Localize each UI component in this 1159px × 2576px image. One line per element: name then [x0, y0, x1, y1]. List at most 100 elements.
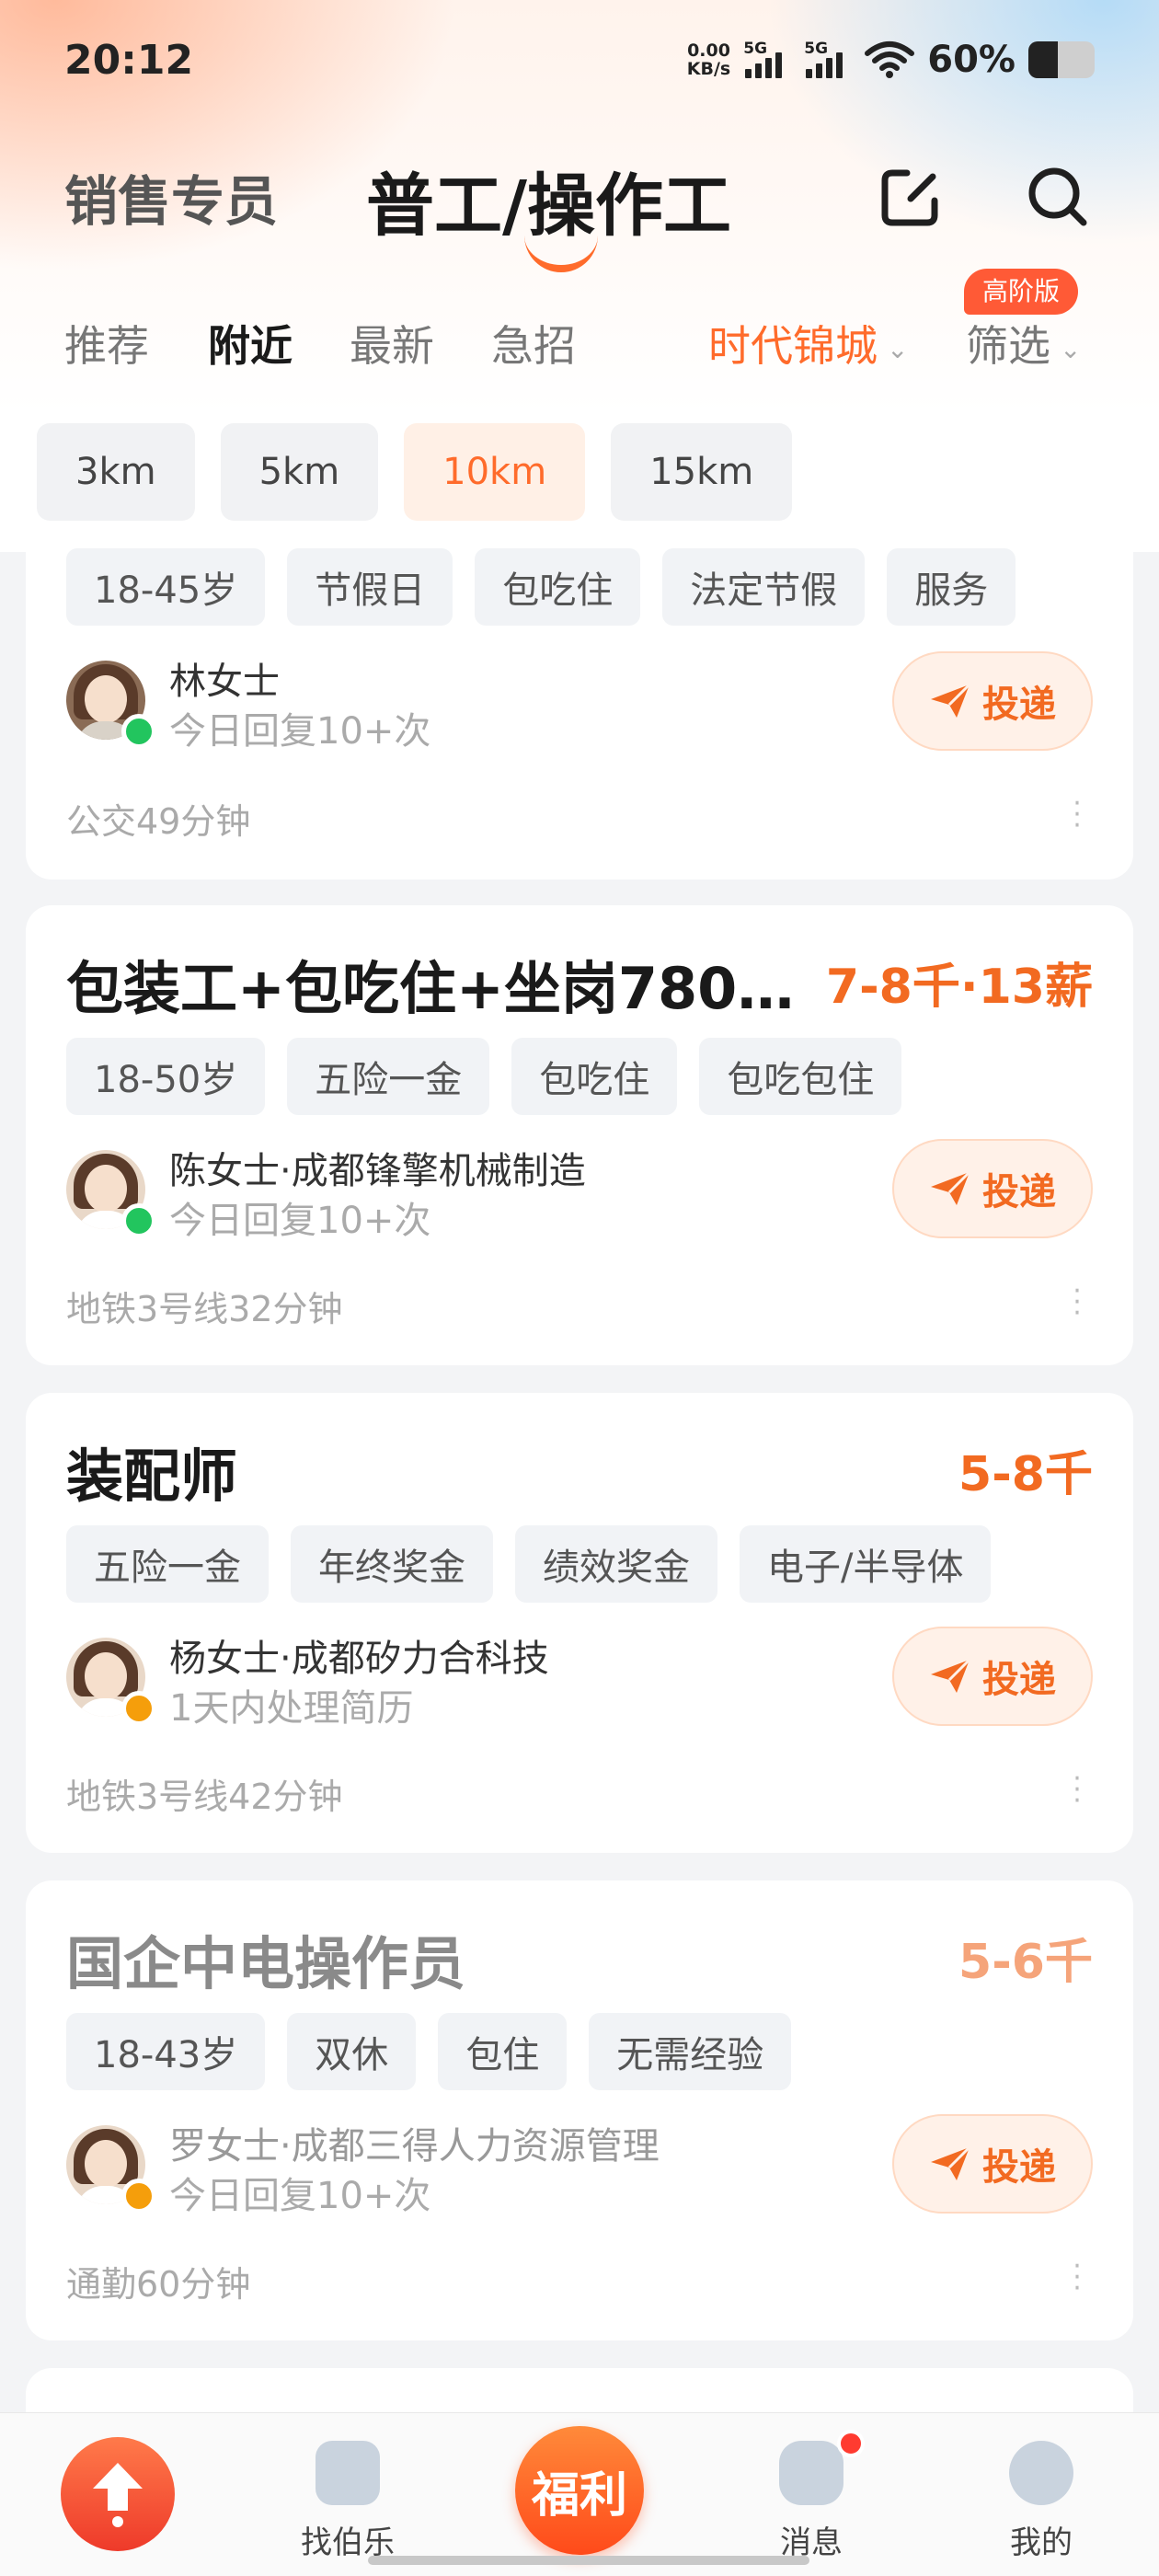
recruiter-status: 1天内处理简历	[169, 1687, 414, 1730]
apply-button[interactable]: 投递	[892, 1139, 1093, 1238]
online-status-icon	[121, 714, 156, 749]
job-tag: 服务	[887, 548, 1016, 626]
job-card[interactable]: 国企中电操作员 5-6千 18-43岁 双休 包住 无需经验 罗女士·成都三得人…	[26, 1880, 1133, 2340]
job-tag: 无需经验	[589, 2013, 792, 2090]
job-tag: 包吃住	[511, 1038, 678, 1115]
apply-label: 投递	[982, 2146, 1056, 2189]
more-options-icon[interactable]: · · ·	[1073, 1765, 1082, 1815]
job-tag: 18-50岁	[66, 1038, 266, 1115]
recruiter-info: 林女士 今日回复10+次	[66, 651, 710, 753]
paper-plane-icon	[931, 1170, 971, 1205]
feed-tabs: 推荐 附近 最新 急招 时代锦城 ⌄ 筛选 ⌄	[0, 304, 1159, 386]
more-options-icon[interactable]: · · ·	[1073, 2253, 1082, 2303]
status-icons: 0.00 KB/s 5G 5G 60%	[687, 39, 1095, 81]
job-tag: 包吃住	[475, 548, 641, 626]
away-status-icon	[121, 2179, 156, 2214]
distance-filter: 3km 5km 10km 15km	[37, 423, 793, 524]
job-tag: 包吃包住	[699, 1038, 902, 1115]
tab-find-boss[interactable]: 找伯乐	[265, 2413, 430, 2576]
job-tag: 电子/半导体	[740, 1525, 992, 1603]
tab-label: 我的	[1010, 2524, 1073, 2561]
job-card[interactable]: 包装工+包吃住+坐岗780… 7-8千·13薪 18-50岁 五险一金 包吃住 …	[26, 905, 1133, 1365]
job-tag: 五险一金	[66, 1525, 269, 1603]
apply-button[interactable]: 投递	[892, 2114, 1093, 2214]
job-tags: 18-50岁 五险一金 包吃住 包吃包住	[66, 1038, 902, 1115]
apply-label: 投递	[982, 1659, 1056, 1701]
unread-badge	[837, 2430, 865, 2457]
recruiter-name: 杨女士·成都矽力合科技	[169, 1638, 549, 1680]
apply-button[interactable]: 投递	[892, 651, 1093, 751]
apply-label: 投递	[982, 684, 1056, 726]
home-button[interactable]	[61, 2437, 175, 2551]
welfare-button[interactable]: 福利	[515, 2426, 644, 2555]
job-tag: 包住	[438, 2013, 568, 2090]
job-tags: 18-43岁 双休 包住 无需经验	[66, 2013, 792, 2090]
job-tags: 五险一金 年终奖金 绩效奖金 电子/半导体	[66, 1525, 992, 1603]
search-icon[interactable]	[1021, 160, 1095, 234]
apply-button[interactable]: 投递	[892, 1627, 1093, 1726]
job-card[interactable]	[26, 2368, 1133, 2412]
job-list: 18-45岁 节假日 包吃住 法定节假 服务 林女士 今日回复10+次 投递 公…	[0, 545, 1159, 2412]
commute-time: 地铁3号线42分钟	[66, 1777, 343, 1817]
welfare-label: 福利	[531, 2467, 627, 2524]
home-indicator[interactable]	[368, 2556, 809, 2565]
job-tag: 绩效奖金	[515, 1525, 717, 1603]
recruiter-status: 今日回复10+次	[169, 1200, 431, 1242]
job-card[interactable]: 18-45岁 节假日 包吃住 法定节假 服务 林女士 今日回复10+次 投递 公…	[26, 545, 1133, 880]
paper-plane-icon	[931, 2145, 971, 2180]
location-selector[interactable]: 时代锦城 ⌄	[708, 313, 908, 374]
more-options-icon[interactable]: · · ·	[1073, 790, 1082, 840]
recruiter-status: 今日回复10+次	[169, 2175, 431, 2217]
job-intent-sales[interactable]: 销售专员	[64, 158, 278, 236]
wifi-icon	[865, 41, 915, 78]
chevron-down-icon: ⌄	[1060, 334, 1082, 364]
job-salary: 5-6千	[958, 1935, 1093, 1990]
battery-percent: 60%	[927, 39, 1016, 81]
network-speed: 0.00 KB/s	[686, 40, 731, 79]
more-options-icon[interactable]: · · ·	[1073, 1278, 1082, 1328]
recruiter-name: 陈女士·成都锋擎机械制造	[169, 1150, 586, 1192]
job-intent-worker[interactable]: 普工/操作工	[366, 151, 731, 249]
edit-icon[interactable]	[874, 160, 947, 234]
job-tag: 法定节假	[662, 548, 866, 626]
commute-time: 地铁3号线32分钟	[66, 1289, 343, 1329]
job-salary: 5-8千	[958, 1447, 1093, 1502]
recruiter-name: 罗女士·成都三得人力资源管理	[169, 2125, 660, 2168]
job-tag: 18-45岁	[66, 548, 266, 626]
tab-urgent[interactable]: 急招	[491, 313, 576, 374]
tab-messages[interactable]: 消息	[729, 2413, 894, 2576]
recruiter-info: 罗女士·成都三得人力资源管理 今日回复10+次	[66, 2116, 710, 2217]
distance-chip-5km[interactable]: 5km	[220, 423, 379, 521]
job-tag: 节假日	[287, 548, 453, 626]
briefcase-icon	[316, 2441, 380, 2505]
distance-chip-3km[interactable]: 3km	[37, 423, 195, 521]
chat-icon	[779, 2441, 843, 2505]
status-bar: 20:12 0.00 KB/s 5G 5G 60%	[0, 0, 1159, 120]
job-tags: 18-45岁 节假日 包吃住 法定节假 服务	[66, 548, 1016, 626]
tab-recommend[interactable]: 推荐	[64, 313, 149, 374]
apply-label: 投递	[982, 1171, 1056, 1213]
recruiter-name: 林女士	[169, 661, 280, 703]
tab-latest[interactable]: 最新	[350, 313, 434, 374]
job-title: 包装工+包吃住+坐岗780…	[66, 955, 795, 1022]
tab-profile[interactable]: 我的	[958, 2413, 1124, 2576]
paper-plane-icon	[931, 683, 971, 718]
distance-chip-10km[interactable]: 10km	[404, 423, 586, 521]
filter-button[interactable]: 筛选 ⌄	[966, 313, 1081, 374]
job-tag: 年终奖金	[291, 1525, 493, 1603]
distance-chip-15km[interactable]: 15km	[611, 423, 793, 521]
job-intent-tabs: 销售专员 普工/操作工	[0, 147, 1159, 272]
battery-icon	[1028, 41, 1095, 78]
online-status-icon	[121, 1203, 156, 1238]
job-title: 国企中电操作员	[66, 1930, 466, 1997]
job-tag: 双休	[287, 2013, 417, 2090]
job-title: 装配师	[66, 1443, 238, 1510]
profile-icon	[1009, 2441, 1073, 2505]
tab-nearby[interactable]: 附近	[208, 313, 293, 374]
arrow-up-icon	[93, 2463, 143, 2527]
job-tag: 18-43岁	[66, 2013, 266, 2090]
filter-label: 筛选	[966, 321, 1050, 371]
bottom-tab-bar: 找伯乐 福利 消息 我的	[0, 2412, 1159, 2576]
paper-plane-icon	[931, 1658, 971, 1693]
job-card[interactable]: 装配师 5-8千 五险一金 年终奖金 绩效奖金 电子/半导体 杨女士·成都矽力合…	[26, 1393, 1133, 1853]
